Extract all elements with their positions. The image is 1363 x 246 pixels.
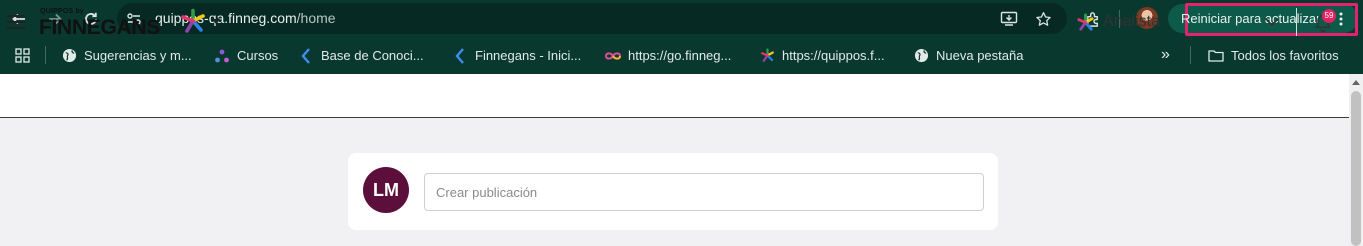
bookmark-label: Sugerencias y m...	[84, 48, 192, 63]
quippos-logo-star-icon	[181, 8, 205, 33]
bookmark-label: https://go.finneg...	[628, 48, 732, 63]
globe-icon	[61, 48, 77, 64]
hamburger-menu-button[interactable]	[7, 15, 25, 29]
logo-text: FINNEGANS	[39, 16, 160, 39]
hamburger-line	[7, 21, 25, 23]
role-selector[interactable]: Analista	[1103, 13, 1160, 31]
bookmarks-divider	[45, 46, 46, 64]
bookmark-finnegans-inicio[interactable]: Finnegans - Inici...	[452, 37, 581, 74]
scrollbar-thumb[interactable]	[1351, 91, 1361, 246]
url-path: /home	[296, 10, 336, 26]
bookmark-label: Base de Conoci...	[321, 48, 424, 63]
address-bar[interactable]: quippos-qa.finneg.com/home	[117, 3, 1067, 34]
chevron-down-icon[interactable]	[1264, 14, 1280, 30]
cursos-icon	[214, 48, 230, 64]
role-star-icon	[1077, 13, 1094, 31]
finnegans-icon	[298, 47, 314, 64]
bookmark-label: Finnegans - Inici...	[475, 48, 582, 63]
update-button-label: Reiniciar para actualizar	[1181, 11, 1321, 26]
apps-grid-button[interactable]	[14, 37, 30, 74]
bookmark-cursos[interactable]: Cursos	[214, 37, 278, 74]
chrome-menu-button[interactable]	[1335, 9, 1347, 29]
bookmark-label: https://quippos.f...	[782, 48, 885, 63]
create-post-input[interactable]	[424, 173, 984, 211]
bookmark-go-finnegans[interactable]: https://go.finneg...	[605, 37, 731, 74]
scroll-up-arrow-icon[interactable]	[1352, 80, 1360, 85]
bookmarks-divider-right	[1190, 46, 1191, 64]
notification-badge: 59	[1322, 9, 1336, 23]
logo-subtitle: QUIPPOS by	[40, 8, 85, 15]
bookmark-nueva-pestana[interactable]: Nueva pestaña	[913, 37, 1023, 74]
bookmark-label: Cursos	[237, 48, 279, 63]
app-header	[0, 74, 1349, 118]
bookmark-base-conocimiento[interactable]: Base de Conoci...	[298, 37, 424, 74]
url-host: quippos-qa.finneg.com	[155, 10, 297, 26]
infinity-icon	[605, 48, 621, 64]
bookmark-sugerencias[interactable]: Sugerencias y m...	[61, 37, 192, 74]
all-bookmarks-button[interactable]: Todos los favoritos	[1208, 37, 1339, 74]
kebab-menu-icon	[1339, 12, 1343, 26]
hamburger-line	[7, 15, 25, 17]
folder-icon	[1208, 48, 1224, 64]
logo-dropdown-caret-icon[interactable]	[212, 19, 220, 24]
header-divider	[1296, 8, 1297, 36]
bookmark-label: Nueva pestaña	[936, 48, 1024, 63]
apps-grid-icon	[14, 48, 30, 64]
bookmark-quippos[interactable]: https://quippos.f...	[759, 37, 885, 74]
globe-icon	[913, 48, 929, 64]
install-app-icon[interactable]	[999, 9, 1019, 29]
more-bookmarks-label: »	[1161, 45, 1170, 63]
finnegans-icon	[452, 47, 468, 64]
bookmark-star-icon[interactable]	[1033, 9, 1053, 29]
all-bookmarks-label: Todos los favoritos	[1231, 48, 1339, 63]
quippos-star-icon	[759, 48, 775, 64]
hamburger-line	[7, 27, 25, 29]
user-avatar[interactable]: LM	[363, 167, 409, 213]
more-bookmarks-button[interactable]: »	[1161, 36, 1170, 73]
